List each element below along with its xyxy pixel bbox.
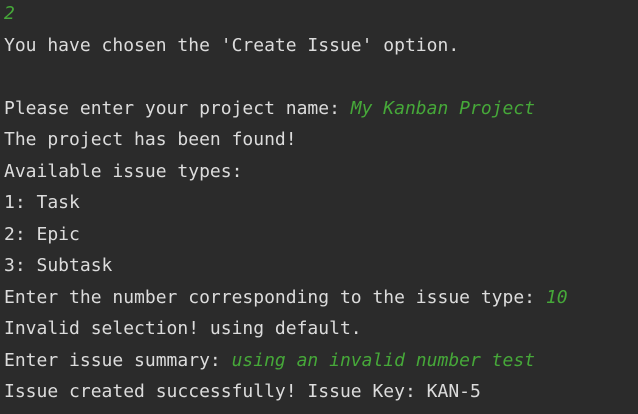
console-output-text: Available issue types: — [4, 161, 243, 182]
console-line: Available issue types: — [4, 161, 242, 183]
console-line: You have chosen the 'Create Issue' optio… — [4, 35, 459, 57]
run-console-output[interactable]: 2 You have chosen the 'Create Issue' opt… — [0, 0, 638, 414]
console-line: Please enter your project name: My Kanba… — [4, 98, 535, 120]
console-output-text: The project has been found! — [4, 129, 297, 150]
console-line: Issue created successfully! Issue Key: K… — [4, 381, 481, 403]
console-line: 2: Epic — [4, 224, 80, 246]
console-output-text: Issue created successfully! Issue Key: K… — [4, 381, 481, 402]
console-output-text: Enter the number corresponding to the is… — [4, 287, 546, 308]
console-line: Enter issue summary: using an invalid nu… — [4, 350, 535, 372]
console-output-text: 3: Subtask — [4, 255, 113, 276]
console-output-text: You have chosen the 'Create Issue' optio… — [4, 35, 460, 56]
console-user-input: My Kanban Project — [350, 98, 536, 119]
console-line: 2 — [4, 3, 15, 25]
console-user-input: 2 — [4, 3, 15, 24]
console-output-text: Invalid selection! using default. — [4, 318, 362, 339]
console-line: Invalid selection! using default. — [4, 318, 362, 340]
console-line: The project has been found! — [4, 129, 297, 151]
console-line: 3: Subtask — [4, 255, 112, 277]
console-output-text: 1: Task — [4, 192, 80, 213]
console-line: Enter the number corresponding to the is… — [4, 287, 568, 309]
console-output-text: Enter issue summary: — [4, 350, 232, 371]
console-output-text: Please enter your project name: — [4, 98, 351, 119]
console-user-input: using an invalid number test — [231, 350, 536, 371]
console-user-input: 10 — [545, 287, 568, 308]
console-line: 1: Task — [4, 192, 80, 214]
console-output-text: 2: Epic — [4, 224, 80, 245]
